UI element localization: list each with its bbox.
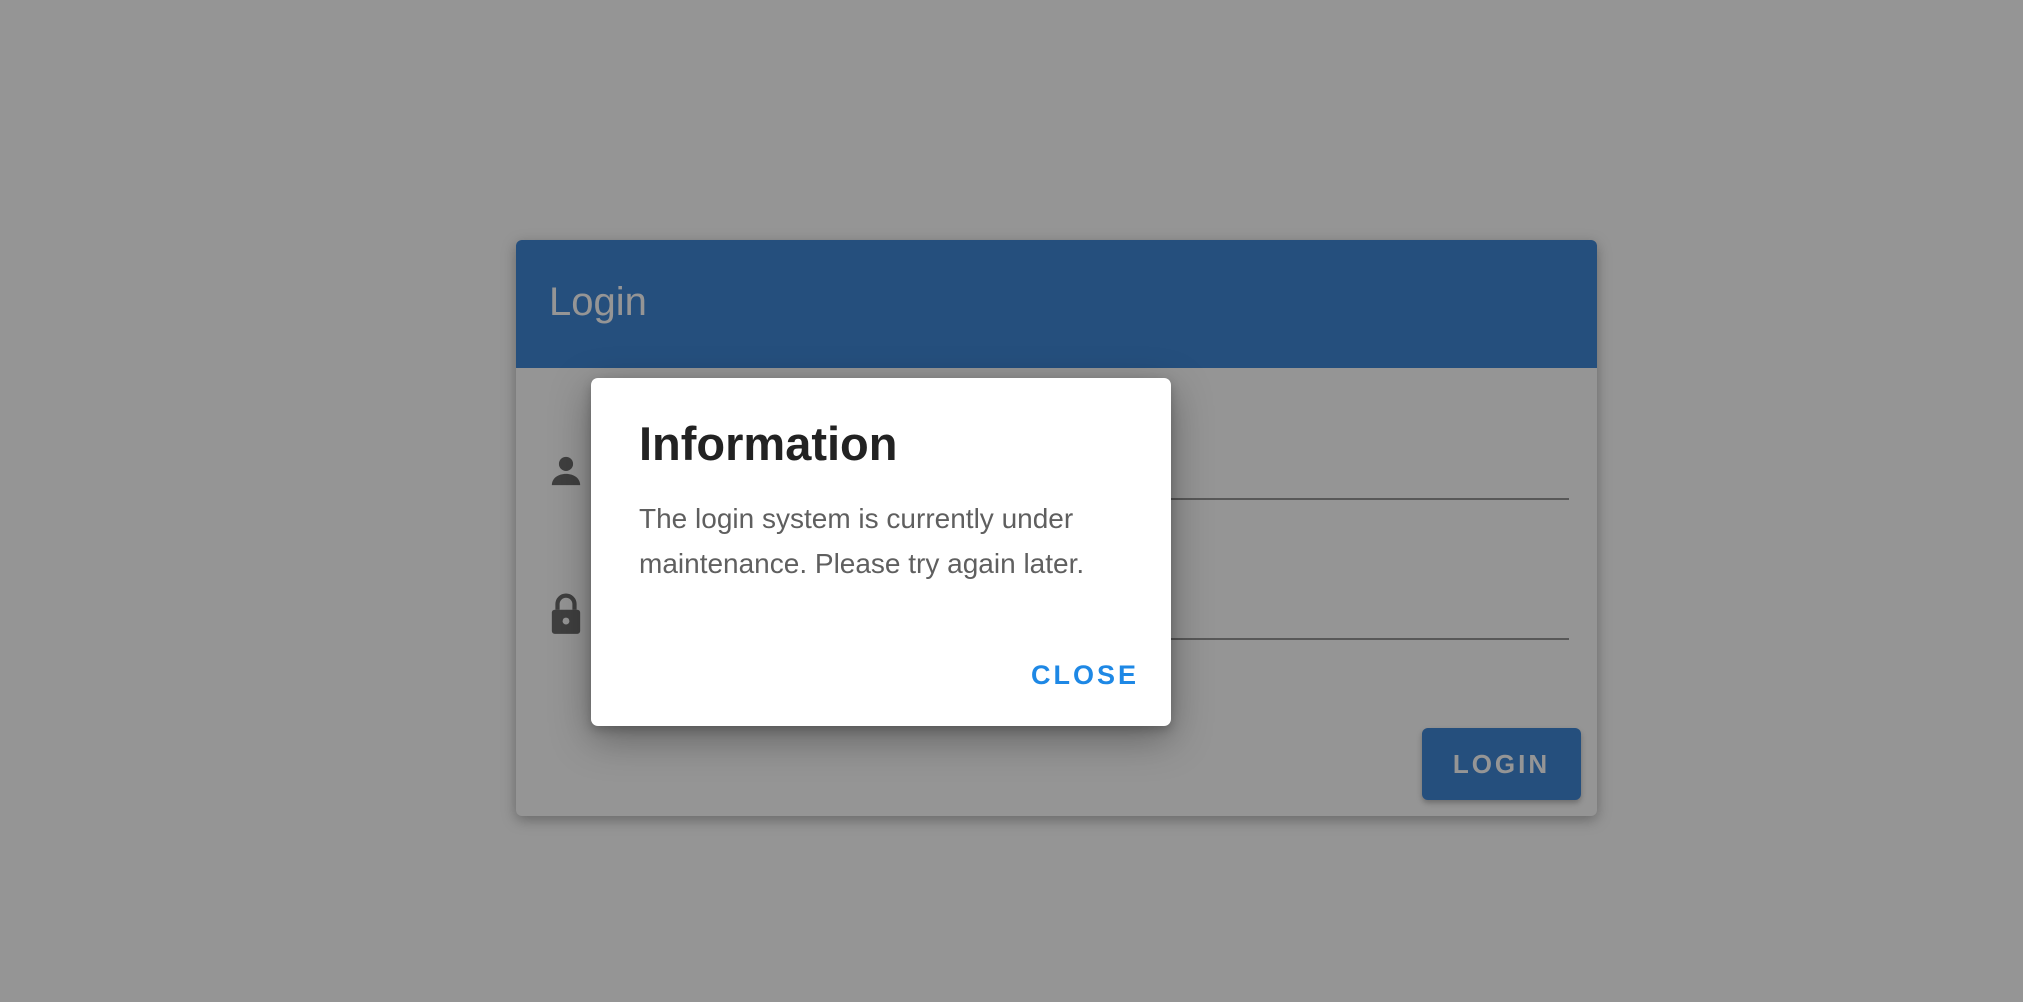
dialog-title: Information xyxy=(639,417,898,470)
dialog-message: The login system is currently under main… xyxy=(639,503,1085,579)
information-dialog: Information The login system is currentl… xyxy=(591,378,1171,726)
close-button[interactable]: CLOSE xyxy=(1025,650,1145,700)
